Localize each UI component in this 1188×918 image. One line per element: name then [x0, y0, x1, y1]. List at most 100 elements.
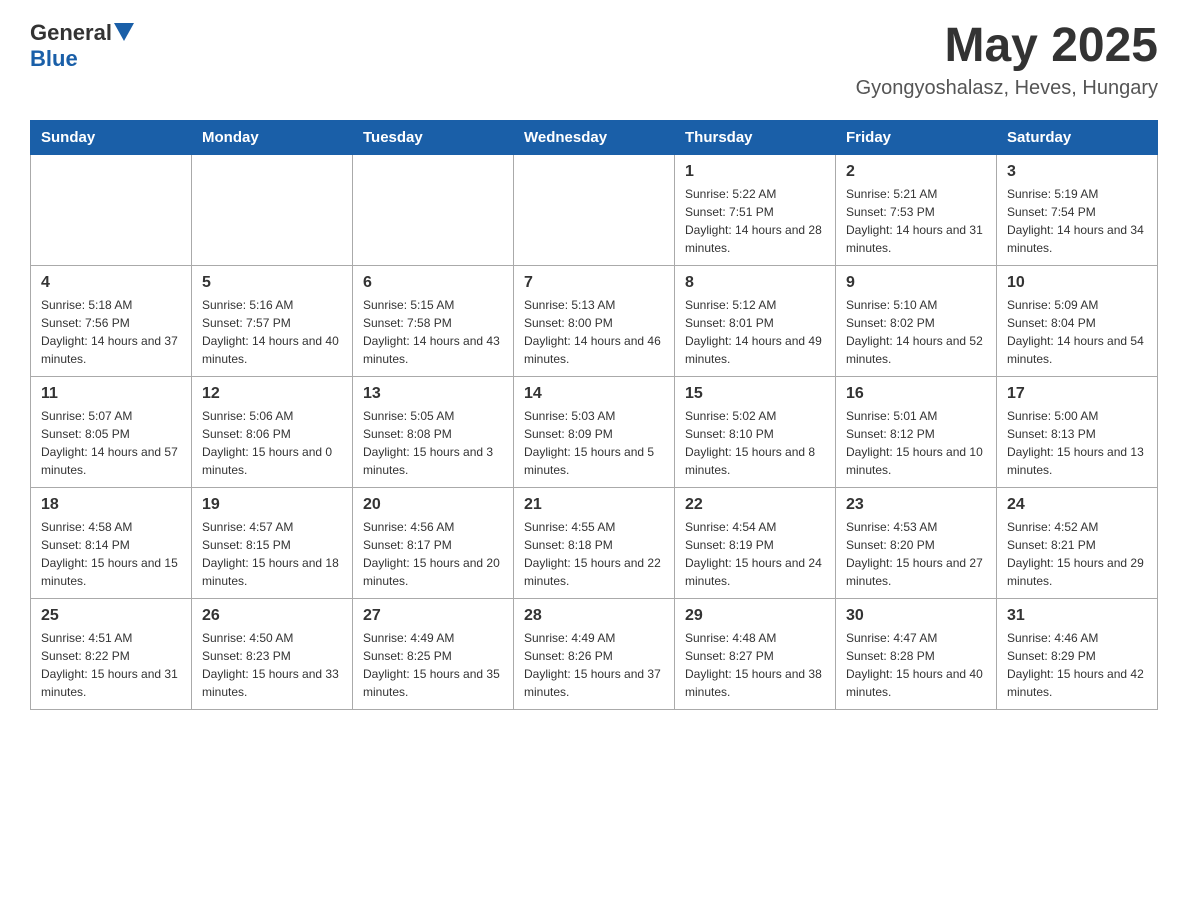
day-info: Sunrise: 5:09 AM Sunset: 8:04 PM Dayligh… — [1007, 296, 1147, 368]
calendar-cell: 24Sunrise: 4:52 AM Sunset: 8:21 PM Dayli… — [997, 487, 1158, 598]
day-number: 9 — [846, 274, 986, 292]
day-info: Sunrise: 5:22 AM Sunset: 7:51 PM Dayligh… — [685, 185, 825, 257]
day-number: 7 — [524, 274, 664, 292]
day-info: Sunrise: 5:01 AM Sunset: 8:12 PM Dayligh… — [846, 407, 986, 479]
day-number: 31 — [1007, 607, 1147, 625]
weekday-header-wednesday: Wednesday — [514, 120, 675, 154]
calendar-cell: 7 Sunrise: 5:13 AM Sunset: 8:00 PM Daylig… — [514, 265, 675, 376]
location-text: Gyongyoshalasz, Heves, Hungary — [856, 77, 1158, 100]
day-number: 12 — [202, 385, 342, 403]
calendar-cell: 15 Sunrise: 5:02 AM Sunset: 8:10 PM Dayli… — [675, 376, 836, 487]
logo-arrow-icon — [114, 23, 134, 45]
day-number: 19 — [202, 496, 342, 514]
day-info: Sunrise: 4:53 AM Sunset: 8:20 PM Dayligh… — [846, 518, 986, 590]
day-info: Sunrise: 5:13 AM Sunset: 8:00 PM Dayligh… — [524, 296, 664, 368]
day-info: Sunrise: 5:10 AM Sunset: 8:02 PM Dayligh… — [846, 296, 986, 368]
month-year-title: May 2025 — [856, 20, 1158, 73]
day-number: 23 — [846, 496, 986, 514]
calendar-cell: 16Sunrise: 5:01 AM Sunset: 8:12 PM Dayli… — [836, 376, 997, 487]
calendar-cell: 2 Sunrise: 5:21 AM Sunset: 7:53 PM Daylig… — [836, 154, 997, 265]
calendar-cell: 30 Sunrise: 4:47 AM Sunset: 8:28 PM Dayli… — [836, 598, 997, 709]
calendar-table: SundayMondayTuesdayWednesdayThursdayFrid… — [30, 120, 1158, 710]
calendar-cell: 22Sunrise: 4:54 AM Sunset: 8:19 PM Dayli… — [675, 487, 836, 598]
weekday-header-thursday: Thursday — [675, 120, 836, 154]
day-number: 8 — [685, 274, 825, 292]
weekday-header-friday: Friday — [836, 120, 997, 154]
calendar-cell: 5Sunrise: 5:16 AM Sunset: 7:57 PM Daylig… — [192, 265, 353, 376]
day-info: Sunrise: 5:21 AM Sunset: 7:53 PM Dayligh… — [846, 185, 986, 257]
day-info: Sunrise: 4:48 AM Sunset: 8:27 PM Dayligh… — [685, 629, 825, 701]
calendar-cell — [31, 154, 192, 265]
day-info: Sunrise: 4:51 AM Sunset: 8:22 PM Dayligh… — [41, 629, 181, 701]
calendar-week-row: 4 Sunrise: 5:18 AM Sunset: 7:56 PM Daylig… — [31, 265, 1158, 376]
day-number: 15 — [685, 385, 825, 403]
day-info: Sunrise: 4:55 AM Sunset: 8:18 PM Dayligh… — [524, 518, 664, 590]
day-number: 3 — [1007, 163, 1147, 181]
day-number: 17 — [1007, 385, 1147, 403]
calendar-cell: 17Sunrise: 5:00 AM Sunset: 8:13 PM Dayli… — [997, 376, 1158, 487]
calendar-cell: 19Sunrise: 4:57 AM Sunset: 8:15 PM Dayli… — [192, 487, 353, 598]
calendar-week-row: 18 Sunrise: 4:58 AM Sunset: 8:14 PM Dayli… — [31, 487, 1158, 598]
calendar-cell: 18 Sunrise: 4:58 AM Sunset: 8:14 PM Dayli… — [31, 487, 192, 598]
day-number: 22 — [685, 496, 825, 514]
calendar-cell: 10 Sunrise: 5:09 AM Sunset: 8:04 PM Dayli… — [997, 265, 1158, 376]
calendar-cell: 31 Sunrise: 4:46 AM Sunset: 8:29 PM Dayli… — [997, 598, 1158, 709]
day-number: 5 — [202, 274, 342, 292]
calendar-cell: 4 Sunrise: 5:18 AM Sunset: 7:56 PM Daylig… — [31, 265, 192, 376]
day-number: 20 — [363, 496, 503, 514]
day-info: Sunrise: 4:50 AM Sunset: 8:23 PM Dayligh… — [202, 629, 342, 701]
weekday-header-row: SundayMondayTuesdayWednesdayThursdayFrid… — [31, 120, 1158, 154]
calendar-cell: 27 Sunrise: 4:49 AM Sunset: 8:25 PM Dayli… — [353, 598, 514, 709]
logo-blue: Blue — [30, 46, 78, 71]
day-info: Sunrise: 4:58 AM Sunset: 8:14 PM Dayligh… — [41, 518, 181, 590]
day-number: 30 — [846, 607, 986, 625]
calendar-cell: 9 Sunrise: 5:10 AM Sunset: 8:02 PM Daylig… — [836, 265, 997, 376]
day-number: 27 — [363, 607, 503, 625]
calendar-cell: 11 Sunrise: 5:07 AM Sunset: 8:05 PM Dayli… — [31, 376, 192, 487]
day-number: 10 — [1007, 274, 1147, 292]
day-info: Sunrise: 5:02 AM Sunset: 8:10 PM Dayligh… — [685, 407, 825, 479]
title-block: May 2025 Gyongyoshalasz, Heves, Hungary — [856, 20, 1158, 100]
day-number: 26 — [202, 607, 342, 625]
day-info: Sunrise: 4:47 AM Sunset: 8:28 PM Dayligh… — [846, 629, 986, 701]
calendar-week-row: 25Sunrise: 4:51 AM Sunset: 8:22 PM Dayli… — [31, 598, 1158, 709]
day-number: 24 — [1007, 496, 1147, 514]
calendar-cell: 23 Sunrise: 4:53 AM Sunset: 8:20 PM Dayli… — [836, 487, 997, 598]
calendar-cell: 20Sunrise: 4:56 AM Sunset: 8:17 PM Dayli… — [353, 487, 514, 598]
day-info: Sunrise: 5:15 AM Sunset: 7:58 PM Dayligh… — [363, 296, 503, 368]
day-number: 4 — [41, 274, 181, 292]
day-number: 14 — [524, 385, 664, 403]
day-info: Sunrise: 4:49 AM Sunset: 8:25 PM Dayligh… — [363, 629, 503, 701]
day-info: Sunrise: 4:49 AM Sunset: 8:26 PM Dayligh… — [524, 629, 664, 701]
calendar-cell: 12Sunrise: 5:06 AM Sunset: 8:06 PM Dayli… — [192, 376, 353, 487]
weekday-header-sunday: Sunday — [31, 120, 192, 154]
calendar-cell — [353, 154, 514, 265]
day-number: 11 — [41, 385, 181, 403]
calendar-week-row: 11 Sunrise: 5:07 AM Sunset: 8:05 PM Dayli… — [31, 376, 1158, 487]
calendar-cell — [192, 154, 353, 265]
calendar-cell: 29 Sunrise: 4:48 AM Sunset: 8:27 PM Dayli… — [675, 598, 836, 709]
day-info: Sunrise: 5:19 AM Sunset: 7:54 PM Dayligh… — [1007, 185, 1147, 257]
day-info: Sunrise: 4:46 AM Sunset: 8:29 PM Dayligh… — [1007, 629, 1147, 701]
day-info: Sunrise: 5:07 AM Sunset: 8:05 PM Dayligh… — [41, 407, 181, 479]
calendar-cell: 21Sunrise: 4:55 AM Sunset: 8:18 PM Dayli… — [514, 487, 675, 598]
day-number: 1 — [685, 163, 825, 181]
logo-general: General — [30, 20, 112, 46]
day-number: 6 — [363, 274, 503, 292]
calendar-cell: 1 Sunrise: 5:22 AM Sunset: 7:51 PM Daylig… — [675, 154, 836, 265]
calendar-cell: 3 Sunrise: 5:19 AM Sunset: 7:54 PM Daylig… — [997, 154, 1158, 265]
day-number: 2 — [846, 163, 986, 181]
calendar-week-row: 1 Sunrise: 5:22 AM Sunset: 7:51 PM Daylig… — [31, 154, 1158, 265]
calendar-header: SundayMondayTuesdayWednesdayThursdayFrid… — [31, 120, 1158, 154]
day-info: Sunrise: 5:03 AM Sunset: 8:09 PM Dayligh… — [524, 407, 664, 479]
day-number: 18 — [41, 496, 181, 514]
day-number: 13 — [363, 385, 503, 403]
day-info: Sunrise: 5:18 AM Sunset: 7:56 PM Dayligh… — [41, 296, 181, 368]
day-number: 29 — [685, 607, 825, 625]
calendar-cell: 8Sunrise: 5:12 AM Sunset: 8:01 PM Daylig… — [675, 265, 836, 376]
logo: General Blue — [30, 20, 134, 72]
calendar-cell: 25Sunrise: 4:51 AM Sunset: 8:22 PM Dayli… — [31, 598, 192, 709]
calendar-cell: 14 Sunrise: 5:03 AM Sunset: 8:09 PM Dayli… — [514, 376, 675, 487]
day-number: 28 — [524, 607, 664, 625]
calendar-cell: 13Sunrise: 5:05 AM Sunset: 8:08 PM Dayli… — [353, 376, 514, 487]
